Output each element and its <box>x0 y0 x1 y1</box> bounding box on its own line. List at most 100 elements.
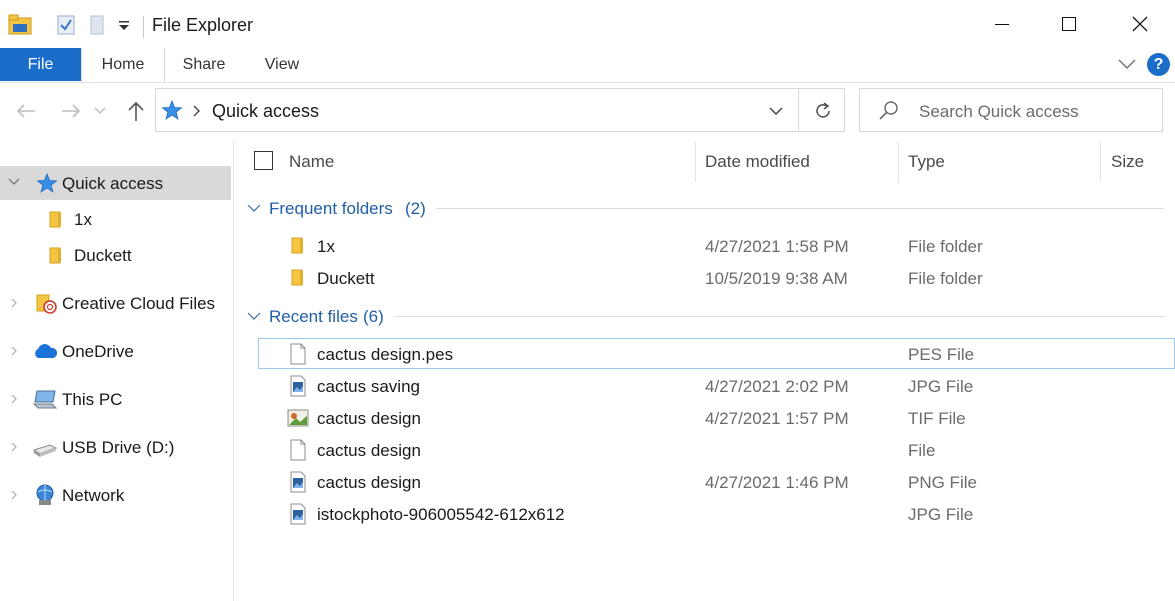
sidebar-item-usb-drive[interactable]: USB Drive (D:) <box>62 438 174 458</box>
tab-file[interactable]: File <box>0 48 81 81</box>
quick-access-separator <box>143 16 144 38</box>
search-input[interactable]: Search Quick access <box>919 102 1079 122</box>
forward-button[interactable] <box>56 96 86 126</box>
window-title: File Explorer <box>152 15 254 35</box>
row-name[interactable]: cactus design <box>317 441 421 461</box>
image-file-icon <box>290 503 306 525</box>
row-name[interactable]: cactus design <box>317 473 421 493</box>
row-type: File folder <box>908 237 983 256</box>
column-header-type[interactable]: Type <box>908 152 945 172</box>
arrow-right-icon <box>62 104 81 118</box>
row-type: PNG File <box>908 473 977 492</box>
sidebar-item-creative-cloud[interactable]: Creative Cloud Files <box>62 294 215 314</box>
chevron-down-icon[interactable] <box>247 203 261 213</box>
minimize-button[interactable] <box>979 0 1025 48</box>
sidebar-item-this-pc[interactable]: This PC <box>62 390 122 410</box>
sidebar-item-1x[interactable]: 1x <box>74 210 92 230</box>
tab-home[interactable]: Home <box>81 48 165 82</box>
sidebar-item-duckett[interactable]: Duckett <box>74 246 132 266</box>
up-button[interactable] <box>121 96 151 126</box>
help-button[interactable]: ? <box>1147 53 1170 76</box>
column-header-name[interactable]: Name <box>289 152 334 172</box>
star-icon <box>161 100 183 120</box>
folder-icon <box>291 237 303 254</box>
close-button[interactable] <box>1117 0 1163 48</box>
row-type: File folder <box>908 269 983 288</box>
address-history-icon[interactable] <box>768 105 784 117</box>
close-icon <box>1132 16 1148 32</box>
blank-file-icon <box>290 439 306 461</box>
group-divider <box>394 316 1164 317</box>
chevron-right-icon[interactable] <box>10 345 18 357</box>
usb-drive-icon <box>32 444 58 457</box>
row-date: 4/27/2021 1:46 PM <box>705 473 849 492</box>
row-name[interactable]: Duckett <box>317 269 375 289</box>
arrow-left-icon <box>16 104 35 118</box>
tab-share[interactable]: Share <box>170 48 238 81</box>
column-divider[interactable] <box>1100 142 1101 182</box>
row-type: JPG File <box>908 505 974 524</box>
row-date: 10/5/2019 9:38 AM <box>705 269 848 288</box>
file-explorer-app-icon <box>8 14 32 35</box>
column-header-size[interactable]: Size <box>1111 152 1144 172</box>
address-location[interactable]: Quick access <box>212 101 319 122</box>
row-name[interactable]: istockphoto-906005542-612x612 <box>317 505 565 525</box>
properties-icon[interactable] <box>56 14 76 36</box>
group-divider <box>436 208 1164 209</box>
back-button[interactable] <box>11 96 41 126</box>
chevron-right-icon[interactable] <box>10 489 18 501</box>
navigation-pane <box>0 140 234 601</box>
chevron-down-icon[interactable] <box>8 177 20 187</box>
folder-icon <box>291 269 303 286</box>
folder-icon <box>49 211 61 228</box>
sidebar-item-onedrive[interactable]: OneDrive <box>62 342 134 362</box>
row-name[interactable]: cactus design <box>317 409 421 429</box>
sidebar-item-network[interactable]: Network <box>62 486 124 506</box>
column-divider[interactable] <box>695 142 696 182</box>
new-folder-icon[interactable] <box>88 14 106 36</box>
row-name[interactable]: cactus saving <box>317 377 420 397</box>
refresh-icon[interactable] <box>812 100 834 122</box>
chevron-down-icon <box>94 107 106 114</box>
creative-cloud-folder-icon <box>36 294 57 314</box>
arrow-up-icon <box>128 101 144 121</box>
expand-ribbon-icon[interactable] <box>1117 57 1137 71</box>
row-type: JPG File <box>908 377 974 396</box>
sidebar-item-quick-access[interactable]: Quick access <box>62 174 163 194</box>
row-type: TIF File <box>908 409 966 428</box>
chevron-right-icon[interactable] <box>10 441 18 453</box>
row-name[interactable]: 1x <box>317 237 335 257</box>
folder-icon <box>49 247 61 264</box>
chevron-right-icon[interactable] <box>192 104 202 118</box>
row-date: 4/27/2021 1:57 PM <box>705 409 849 428</box>
select-all-checkbox[interactable] <box>254 151 273 170</box>
row-type: File <box>908 441 936 460</box>
row-date: 4/27/2021 2:02 PM <box>705 377 849 396</box>
blank-file-icon <box>290 343 306 365</box>
photo-file-icon <box>287 409 309 427</box>
chevron-right-icon[interactable] <box>10 393 18 405</box>
column-divider[interactable] <box>898 142 899 182</box>
address-divider <box>798 89 799 131</box>
image-file-icon <box>290 375 306 397</box>
maximize-icon <box>1062 17 1076 31</box>
group-header-frequent-folders[interactable]: Frequent folders <box>269 199 393 219</box>
customize-toolbar-icon[interactable] <box>118 20 130 32</box>
chevron-down-icon[interactable] <box>247 311 261 321</box>
recent-locations-button[interactable] <box>90 96 110 126</box>
row-date: 4/27/2021 1:58 PM <box>705 237 849 256</box>
star-icon <box>36 173 58 193</box>
chevron-right-icon[interactable] <box>10 297 18 309</box>
minimize-icon <box>995 24 1009 25</box>
row-type: PES File <box>908 345 975 364</box>
tab-view[interactable]: View <box>248 48 316 81</box>
group-header-recent-files[interactable]: Recent files <box>269 307 358 327</box>
maximize-button[interactable] <box>1046 0 1092 48</box>
column-header-date-modified[interactable]: Date modified <box>705 152 810 172</box>
group-count-frequent-folders: (2) <box>405 199 426 218</box>
row-name[interactable]: cactus design.pes <box>317 345 453 365</box>
network-icon <box>36 484 54 505</box>
group-count-recent-files: (6) <box>363 307 384 326</box>
search-icon <box>879 101 898 120</box>
cloud-icon <box>35 344 58 358</box>
